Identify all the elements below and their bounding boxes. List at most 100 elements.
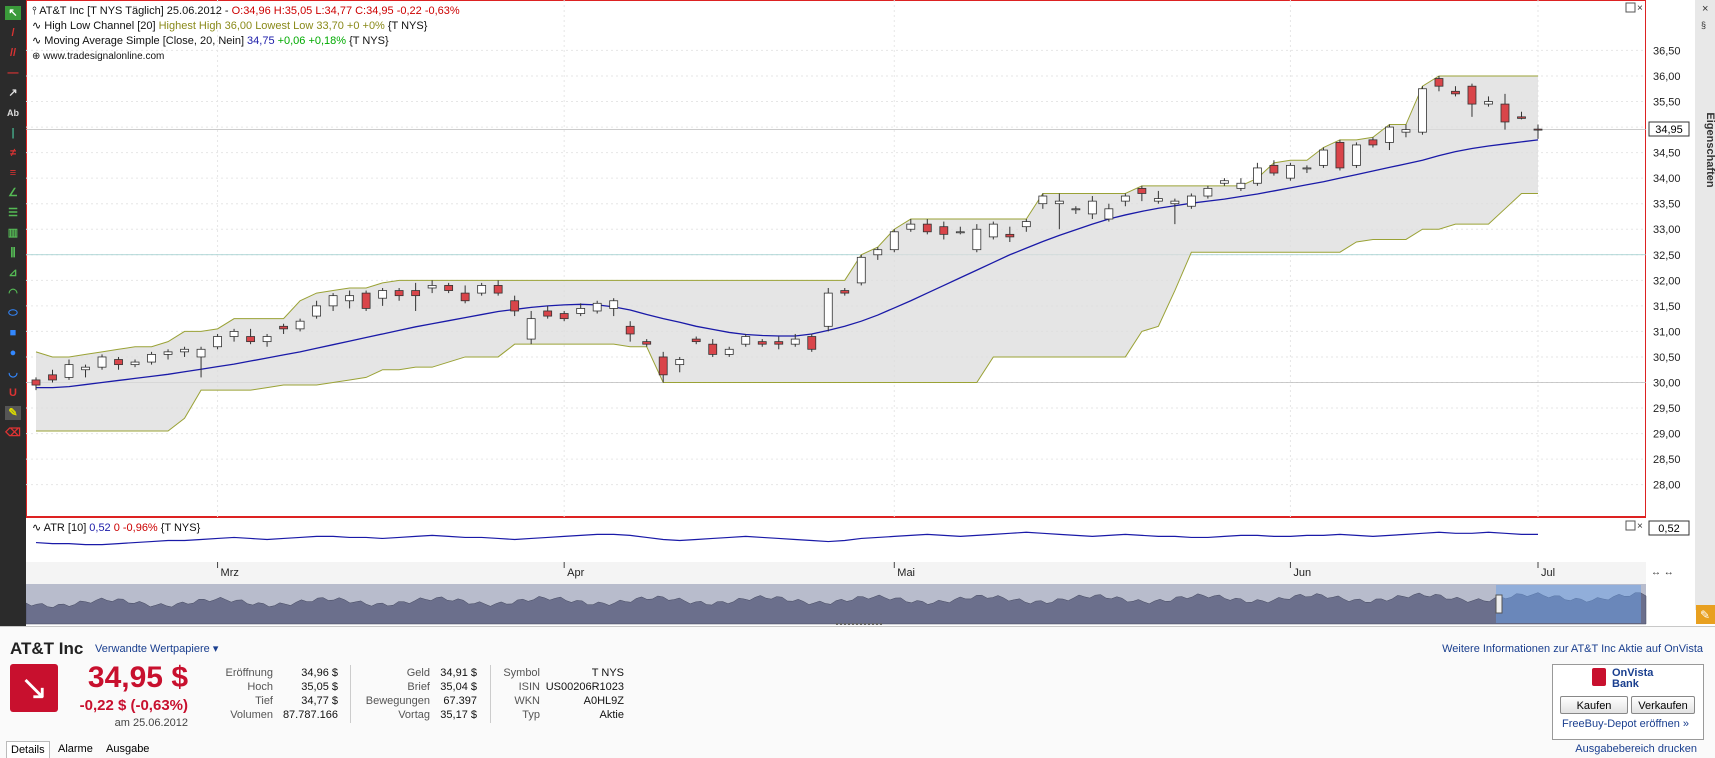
candle-body bbox=[97, 356, 107, 368]
circle-tool-icon[interactable]: ● bbox=[5, 346, 21, 360]
grid-tool-icon[interactable]: ☰ bbox=[5, 206, 21, 220]
tab-details[interactable]: Details bbox=[6, 741, 50, 758]
legend-hlc-values: Highest High 36,00 Lowest Low 33,70 +0 +… bbox=[159, 20, 385, 32]
candle bbox=[213, 333, 222, 350]
rectangle-tool-icon[interactable]: ■ bbox=[5, 326, 21, 340]
text-tool-icon[interactable]: Ab bbox=[5, 106, 21, 120]
arrow-tool-icon[interactable]: ↗ bbox=[5, 86, 21, 100]
side-panel-close-icon[interactable]: × bbox=[1702, 3, 1708, 15]
pencil-tool-icon[interactable]: ✎ bbox=[5, 406, 21, 420]
divider bbox=[490, 665, 491, 723]
candle-body bbox=[1385, 126, 1394, 143]
stat-value: 34,77 $ bbox=[301, 695, 338, 707]
svg-text:⫯ AT&T Inc [T NYS Täglich] 25: ⫯ AT&T Inc [T NYS Täglich] 25.06.2012 -O… bbox=[32, 5, 460, 17]
pane-minimize-icon[interactable] bbox=[1625, 2, 1636, 13]
stat-value: 35,05 $ bbox=[301, 681, 338, 693]
candle-body bbox=[1038, 195, 1048, 205]
svg-text:⊕ www.tradesignalonline.com: ⊕ www.tradesignalonline.com bbox=[32, 51, 164, 62]
candle-body bbox=[1005, 233, 1015, 238]
vertical-line-icon[interactable]: | bbox=[5, 126, 21, 140]
sell-button[interactable]: Verkaufen bbox=[1631, 696, 1695, 714]
stat-value: 34,96 $ bbox=[301, 667, 338, 679]
ellipse-tool-icon[interactable]: ⬭ bbox=[5, 306, 21, 320]
candle-body bbox=[1054, 200, 1064, 205]
last-price-badge-text: 34,95 bbox=[1655, 124, 1683, 136]
channel-tool-icon[interactable]: ≠ bbox=[5, 146, 21, 160]
tab-alarms[interactable]: Alarme bbox=[54, 741, 97, 757]
x-tick-label: Jun bbox=[1293, 567, 1311, 579]
legend-ma-value: 34,75 bbox=[247, 35, 275, 47]
side-panel[interactable] bbox=[1695, 0, 1715, 610]
candle-body bbox=[823, 292, 833, 327]
atr-legend-change: 0 -0,96% bbox=[114, 522, 158, 534]
divider bbox=[350, 665, 351, 723]
candle-body bbox=[81, 366, 90, 371]
tab-output[interactable]: Ausgabe bbox=[102, 741, 153, 757]
candle-body bbox=[361, 292, 371, 309]
open-depot-link[interactable]: FreeBuy-Depot eröffnen » bbox=[1562, 718, 1689, 730]
instrument-name: AT&T Inc bbox=[10, 639, 84, 658]
stat-value: 35,04 $ bbox=[440, 681, 477, 693]
candle-body bbox=[1418, 88, 1427, 133]
angle-tool-icon[interactable]: ⊿ bbox=[5, 266, 21, 280]
candle-body bbox=[1517, 116, 1526, 119]
candle-body bbox=[1153, 198, 1163, 202]
y-tick-label: 31,50 bbox=[1653, 301, 1681, 313]
candle-body bbox=[460, 292, 470, 302]
y-tick-label: 35,50 bbox=[1653, 97, 1681, 109]
candle-body bbox=[1137, 187, 1147, 194]
candle-body bbox=[840, 290, 850, 294]
ray-tool-icon[interactable]: // bbox=[5, 46, 21, 60]
candle-body bbox=[1087, 200, 1097, 215]
zoom-arrows-icon[interactable]: ↔ ↔ bbox=[1651, 567, 1674, 578]
bars-tool-icon[interactable]: ▥ bbox=[5, 226, 21, 240]
fibonacci-tool-icon[interactable]: ≡ bbox=[5, 166, 21, 180]
candle-body bbox=[48, 374, 57, 381]
more-info-link[interactable]: Weitere Informationen zur AT&T Inc Aktie… bbox=[1442, 643, 1703, 655]
candle-body bbox=[345, 295, 355, 302]
atr-pane-minimize-icon[interactable] bbox=[1625, 520, 1636, 531]
stat-label: Geld bbox=[406, 667, 430, 679]
candle-body bbox=[543, 310, 553, 317]
navigator-handle[interactable] bbox=[1495, 594, 1503, 614]
atr-pane-close-icon[interactable]: × bbox=[1637, 521, 1643, 532]
arc-tool-icon[interactable]: ◠ bbox=[5, 286, 21, 300]
side-panel-pin-icon[interactable]: § bbox=[1701, 20, 1706, 30]
eraser-tool-icon[interactable]: ⌫ bbox=[5, 426, 21, 440]
print-output-link[interactable]: Ausgabebereich drucken bbox=[1575, 743, 1697, 755]
legend-website: www.tradesignalonline.com bbox=[42, 51, 164, 62]
stat-value: A0HL9Z bbox=[583, 695, 624, 707]
gann-tool-icon[interactable]: ∠ bbox=[5, 186, 21, 200]
half-circle-tool-icon[interactable]: ◡ bbox=[5, 366, 21, 380]
candle-body bbox=[262, 336, 272, 343]
wrench-icon[interactable]: ✎ bbox=[1700, 608, 1710, 622]
navigator-window[interactable] bbox=[1496, 585, 1641, 623]
candle bbox=[889, 229, 899, 253]
candle-body bbox=[691, 338, 701, 343]
candle-body bbox=[774, 341, 784, 345]
main-pane[interactable] bbox=[26, 0, 1646, 517]
side-panel-label[interactable]: Eigenschaften bbox=[1704, 112, 1715, 187]
candle-body bbox=[64, 364, 74, 378]
cycle-tool-icon[interactable]: ⫼ bbox=[5, 246, 21, 260]
splitter-handle[interactable] bbox=[836, 623, 882, 629]
candle-body bbox=[1269, 164, 1279, 174]
candle bbox=[1186, 193, 1196, 209]
candle bbox=[823, 287, 833, 332]
candle-body bbox=[1071, 208, 1081, 211]
candle-body bbox=[576, 308, 586, 314]
related-securities-link[interactable]: Verwandte Wertpapiere ▾ bbox=[95, 642, 218, 655]
candle-body bbox=[1236, 182, 1246, 189]
magnet-icon[interactable]: U bbox=[5, 386, 21, 400]
horizontal-line-icon[interactable]: — bbox=[5, 66, 21, 80]
legend-ohlc: O:34,96 H:35,05 L:34,77 C:34,95 -0,22 -0… bbox=[232, 5, 460, 17]
candle bbox=[988, 221, 998, 240]
stat-label: WKN bbox=[514, 695, 540, 707]
select-cursor-icon[interactable]: ↖ bbox=[5, 6, 21, 20]
pane-close-icon[interactable]: × bbox=[1637, 3, 1643, 14]
buy-button[interactable]: Kaufen bbox=[1560, 696, 1628, 714]
candle-body bbox=[279, 325, 288, 330]
candle-body bbox=[130, 361, 140, 366]
time-axis[interactable] bbox=[26, 562, 1646, 584]
line-tool-icon[interactable]: / bbox=[5, 26, 21, 40]
